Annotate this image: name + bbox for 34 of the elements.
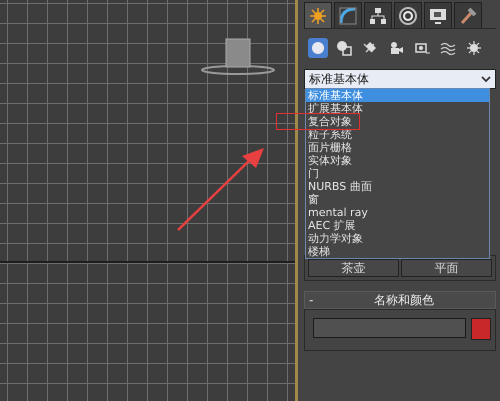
dropdown-option[interactable]: NURBS 曲面 (306, 180, 489, 193)
chevron-down-icon (481, 76, 491, 82)
dropdown-option[interactable]: 扩展基本体 (306, 102, 489, 115)
shapes-icon (335, 39, 353, 57)
color-swatch[interactable] (471, 318, 491, 340)
object-button[interactable]: 平面 (401, 259, 492, 277)
dropdown-option[interactable]: mental ray (306, 206, 489, 219)
utilities-tab-icon (458, 6, 478, 26)
dropdown-option[interactable]: AEC 扩展 (306, 219, 489, 232)
panel-tab[interactable] (334, 2, 362, 28)
dropdown-option[interactable]: 窗 (306, 193, 489, 206)
view-cube-icon (200, 38, 276, 76)
dropdown-option[interactable]: 面片栅格 (306, 141, 489, 154)
rollout-header[interactable]: - 名称和颜色 (304, 291, 496, 309)
panel-tab[interactable] (454, 2, 482, 28)
category-button[interactable] (308, 38, 328, 58)
panel-tab[interactable] (304, 2, 332, 28)
dropdown-option[interactable]: 动力学对象 (306, 232, 489, 245)
name-field[interactable] (313, 318, 466, 338)
dropdown-option[interactable]: 实体对象 (306, 154, 489, 167)
panel-tab[interactable] (364, 2, 392, 28)
rollout-title: 名称和颜色 (373, 292, 436, 308)
collapse-symbol: - (309, 293, 314, 307)
object-button[interactable]: 茶壶 (308, 259, 399, 277)
panel-tab[interactable] (424, 2, 452, 28)
hierarchy-tab-icon (368, 6, 388, 26)
dropdown-option[interactable]: 楼梯 (306, 245, 489, 258)
category-button[interactable] (334, 38, 354, 58)
dropdown-option[interactable]: 门 (306, 167, 489, 180)
geometry-icon (309, 39, 327, 57)
dropdown-option[interactable]: 复合对象 (306, 115, 489, 128)
object-type-dropdown[interactable]: 标准基本体 (304, 69, 496, 89)
panel-tab[interactable] (394, 2, 422, 28)
dropdown-value: 标准基本体 (309, 70, 369, 88)
